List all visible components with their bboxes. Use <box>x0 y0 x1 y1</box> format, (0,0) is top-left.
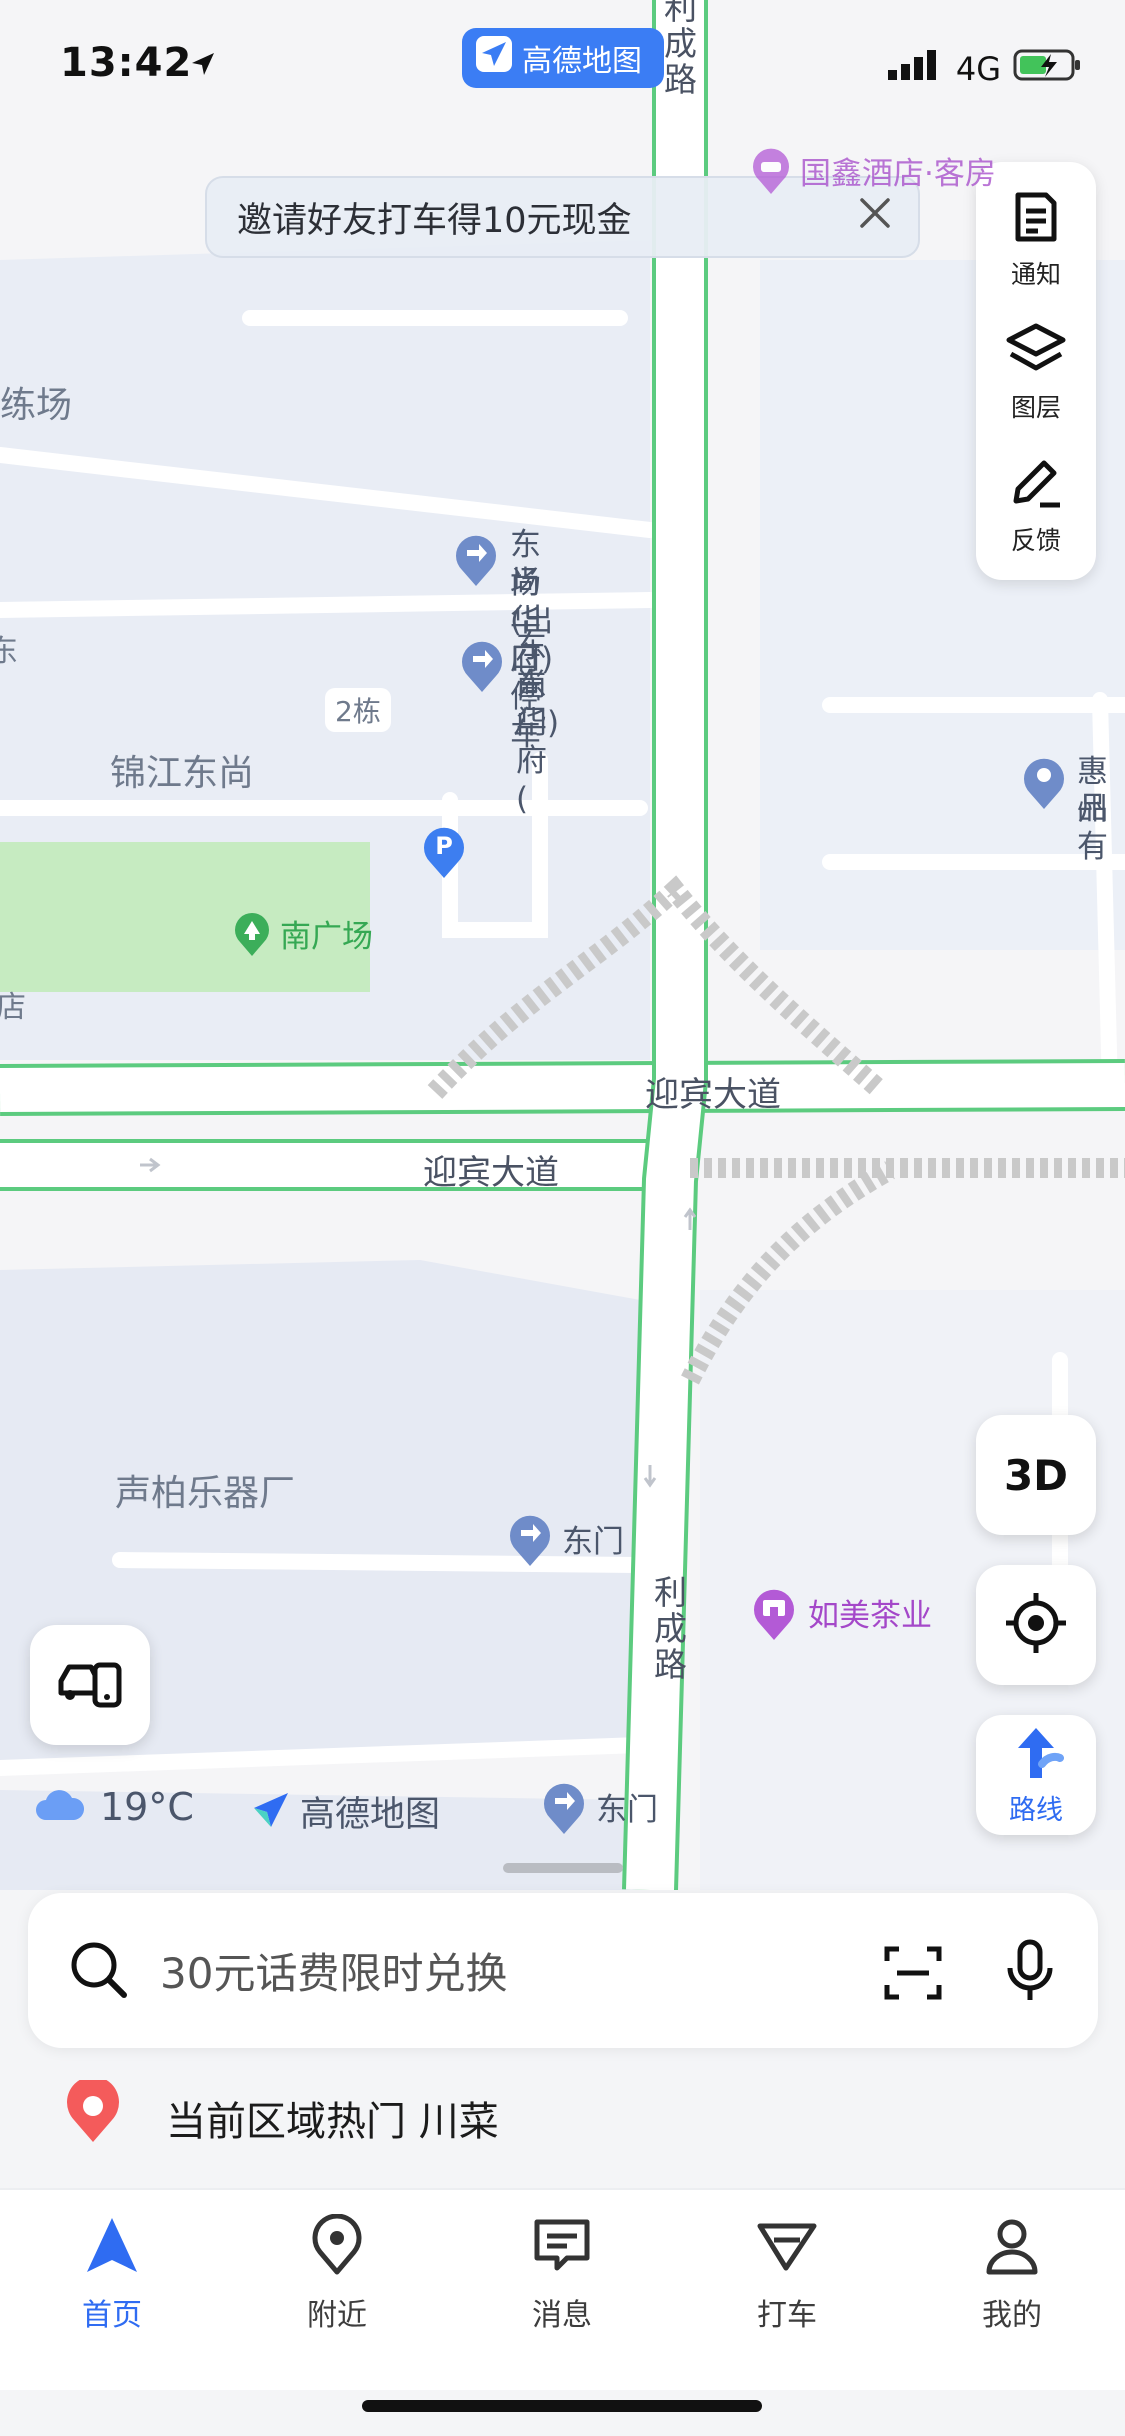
tool-layers-label: 图层 <box>1010 393 1061 422</box>
route-label: 路线 <box>1009 1794 1063 1826</box>
poi-east-gate-label-2: 东门) <box>516 667 560 741</box>
hotel-pin-icon <box>750 148 792 200</box>
microphone-icon[interactable] <box>1003 1938 1057 2010</box>
tab-home[interactable]: 首页 <box>42 2214 182 2334</box>
map-brand-label: 高德地图 <box>300 1795 441 1835</box>
tab-nearby-label: 附近 <box>307 2298 367 2333</box>
area-label-training: 练场 <box>0 385 73 426</box>
parking-exit-pin-icon <box>452 532 500 592</box>
poi-hui-pin-icon[interactable] <box>1020 755 1068 815</box>
location-pin-icon <box>60 2076 126 2156</box>
close-icon[interactable] <box>858 196 892 239</box>
route-button[interactable]: 路线 <box>976 1715 1096 1835</box>
app-return-pill[interactable]: 高德地图 <box>462 28 664 88</box>
search-bar[interactable]: 30元话费限时兑换 <box>28 1893 1098 2048</box>
parking-pin-icon[interactable]: P <box>420 824 468 884</box>
gate-pin-icon <box>458 638 506 698</box>
feedback-icon <box>1006 453 1066 517</box>
poi-dongmen-bottom-label: 东门 <box>596 1792 658 1828</box>
tab-home-label: 首页 <box>82 2298 142 2333</box>
area-label-jinjiang: 锦江东尚 <box>110 753 255 794</box>
poi-hotel[interactable]: 国鑫酒店·客房 <box>750 148 996 200</box>
notice-icon <box>1006 187 1066 251</box>
poi-hotel-label: 国鑫酒店·客房 <box>800 156 996 192</box>
navigate-arrow-icon <box>81 2214 143 2280</box>
nearby-pin-icon <box>306 2213 368 2280</box>
tab-taxi[interactable]: 打车 <box>717 2214 857 2334</box>
hot-area-text: 当前区域热门 川菜 <box>166 2099 499 2145</box>
three-d-button[interactable]: 3D <box>976 1415 1096 1535</box>
shop-pin-icon <box>750 1586 798 1646</box>
road-label-licheng-top: 利成路 <box>664 0 697 99</box>
road-label-yingbin-left: 迎宾大道 <box>423 1153 559 1193</box>
tab-messages-label: 消息 <box>532 2298 592 2333</box>
home-indicator <box>362 2400 762 2412</box>
hot-area-row[interactable]: 当前区域热门 川菜 <box>60 2076 499 2156</box>
poi-dongmen-mid[interactable]: 东门 <box>506 1512 624 1572</box>
route-arrow-icon <box>1008 1724 1064 1786</box>
map-brand: 高德地图 <box>250 1786 440 1837</box>
weather-temp: 19°C <box>100 1785 194 1829</box>
car-phone-icon <box>55 1653 125 1717</box>
status-right: 4G <box>887 48 1083 90</box>
three-d-label: 3D <box>1003 1450 1069 1500</box>
poi-dongmen-bottom[interactable]: 东门 <box>540 1780 658 1840</box>
svg-text:P: P <box>435 832 453 860</box>
gate-pin-icon <box>540 1780 588 1840</box>
app-pill-label: 高德地图 <box>522 44 642 79</box>
message-icon <box>531 2214 593 2280</box>
area-label-hui-bottom: 品有 <box>1077 791 1108 865</box>
tab-nearby[interactable]: 附近 <box>267 2213 407 2334</box>
map-canvas[interactable] <box>0 0 1125 1890</box>
road-label-yingbin-right: 迎宾大道 <box>645 1075 781 1115</box>
network-label: 4G <box>955 50 1001 88</box>
sheet-drag-handle[interactable] <box>503 1863 623 1873</box>
tool-layers[interactable]: 图层 <box>976 307 1096 437</box>
location-arrow-icon <box>188 50 218 84</box>
amap-logo-icon <box>476 36 512 80</box>
poi-south-square[interactable]: 南广场 <box>232 912 373 962</box>
area-label-left-edge-1: 东 <box>0 634 18 669</box>
area-label-shengbai: 声柏乐器厂 <box>115 1473 296 1514</box>
amap-brand-icon <box>250 1789 292 1835</box>
cloud-icon <box>34 1788 86 1826</box>
battery-charging-icon <box>1013 48 1083 90</box>
tool-feedback-label: 反馈 <box>1010 526 1061 555</box>
crosshair-icon <box>1004 1591 1068 1659</box>
tab-profile-label: 我的 <box>982 2298 1042 2333</box>
tab-profile[interactable]: 我的 <box>942 2214 1082 2334</box>
search-icon <box>66 1937 130 2005</box>
tool-notice-label: 通知 <box>1010 260 1061 289</box>
poi-rumei-tea[interactable]: 如美茶业 <box>750 1586 932 1646</box>
poi-rumei-tea-label: 如美茶业 <box>808 1598 932 1634</box>
status-time: 13:42 <box>60 40 193 86</box>
gate-pin-icon <box>506 1512 554 1572</box>
tab-taxi-label: 打车 <box>757 2298 817 2333</box>
area-label-left-edge-2: 店 <box>0 990 26 1025</box>
poi-dongmen-mid-label: 东门 <box>562 1524 624 1560</box>
taxi-icon <box>756 2214 818 2280</box>
road-label-licheng-bottom: 利成路 <box>654 1573 687 1684</box>
building-label-2: 2栋 <box>325 688 391 732</box>
poi-south-square-label: 南广场 <box>280 919 373 955</box>
layers-icon <box>1003 320 1069 384</box>
tree-pin-icon <box>232 912 272 962</box>
tab-messages[interactable]: 消息 <box>492 2214 632 2334</box>
weather-badge: 19°C <box>34 1785 194 1829</box>
scan-icon[interactable] <box>883 1943 943 2007</box>
map-tools-panel: 通知 图层 反馈 <box>976 162 1096 580</box>
locate-button[interactable] <box>976 1565 1096 1685</box>
tool-feedback[interactable]: 反馈 <box>976 440 1096 570</box>
user-icon <box>981 2214 1043 2280</box>
bottom-tab-bar: 首页 附近 消息 打车 我的 <box>0 2188 1125 2390</box>
signal-icon <box>887 50 944 88</box>
search-input[interactable]: 30元话费限时兑换 <box>160 1940 507 2001</box>
car-mode-button[interactable] <box>30 1625 150 1745</box>
invite-text: 邀请好友打车得10元现金 <box>237 200 632 241</box>
